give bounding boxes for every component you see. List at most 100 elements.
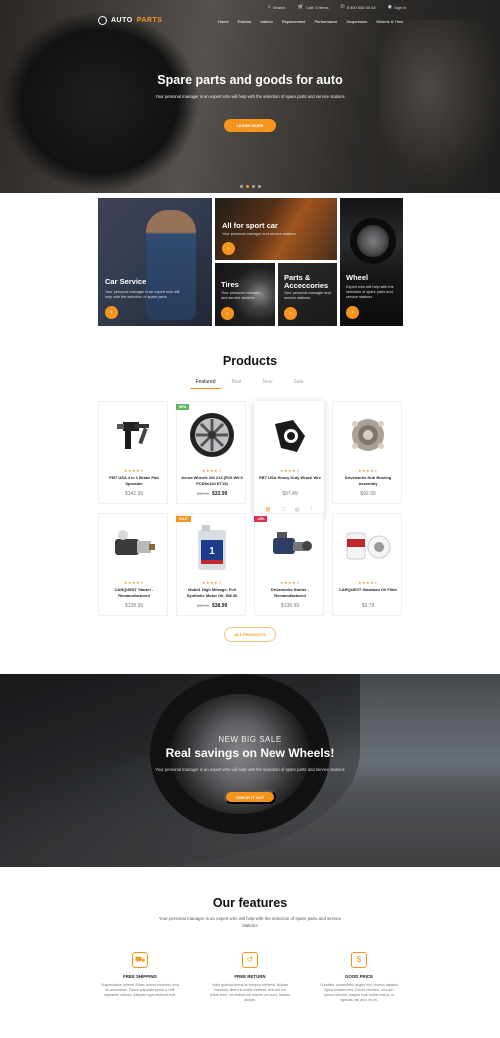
banner-kicker: NEW BIG SALE [218,735,282,744]
category-tires[interactable]: Tires Your personal manager and service … [215,263,275,326]
rating-stars: ★★★★★ [280,468,300,473]
category-car-service[interactable]: Car Service Your personal manager is an … [98,198,212,326]
category-title: Tires [221,280,239,289]
category-desc: Your personal manager is an expert who w… [105,290,180,299]
socket-tool-image[interactable] [265,410,315,460]
category-parts-accessories[interactable]: Parts & Acceccories Your personal manage… [278,263,337,326]
product-price: $3.79 [361,603,375,609]
product-card[interactable]: NEW ★★★★★ Acura Wheels 2W 213 (R15 W6.5 … [176,401,246,504]
banner-title: Real savings on New Wheels! [165,746,335,760]
rating-stars: ★★★★★ [202,580,222,585]
tab-featured[interactable]: Featured [190,379,221,389]
slider-dots [240,185,261,188]
user-icon: ◉ [387,4,393,10]
category-title: Car Service [105,277,147,286]
top-bar: ⌕ Search 🛒︎ Cart: 0 items ✆ 8 800 555 55 43… [268,4,406,10]
nav-interior[interactable]: Interior [260,19,272,24]
logo-icon [98,16,107,25]
category-desc: Expert who will help with the selection … [346,285,394,299]
slider-dot[interactable] [258,185,261,188]
alloy-wheel-image[interactable] [187,410,237,460]
starter-motor-image[interactable] [265,522,315,572]
arrow-right-icon[interactable]: › [284,307,297,320]
rating-stars: ★★★★★ [202,468,222,473]
nav-home[interactable]: Home [218,19,229,24]
product-card[interactable]: ★★★★★ CARQUEST Starter - Remanufactured … [98,513,168,616]
hero-title: Spare parts and goods for auto [157,73,343,87]
product-tabs: Featured Best New Sale [190,379,314,389]
product-price: $142.99 [124,491,144,497]
rating-stars: ★★★★★ [124,580,144,585]
arrow-right-icon[interactable]: › [222,242,235,255]
category-title: Wheel [346,273,369,282]
rating-stars: ★★★★★ [280,580,300,585]
slider-dot[interactable] [240,185,243,188]
brake-spreader-image[interactable] [109,410,159,460]
product-card[interactable]: ★★★★★ PBT USA 4 in 1 Brake Pad Spreader … [98,401,168,504]
product-card[interactable]: SALE 1 ★★★★★ Mobil1 High Mileage, Full S… [176,513,246,616]
slider-dot[interactable] [252,185,255,188]
tab-sale[interactable]: Sale [283,379,314,389]
tab-best[interactable]: Best [221,379,252,389]
rating-stars: ★★★★★ [124,468,144,473]
product-name[interactable]: CARQUEST Standard Oil Filter [337,587,399,593]
arrow-right-icon[interactable]: › [221,307,234,320]
product-name[interactable]: Acura Wheels 2W 213 (R15 W6.5 PCD5x120 E… [181,475,243,487]
arrow-right-icon[interactable]: › [346,306,359,319]
hub-bearing-image[interactable] [343,410,393,460]
phone-link[interactable]: ✆ 8 800 555 55 43 [341,4,376,10]
arrow-right-icon[interactable]: › [105,306,118,319]
svg-text:1: 1 [209,546,215,557]
nav-suspension[interactable]: Suspension [346,19,367,24]
all-products-button[interactable]: ALL PRODUCTS [224,627,276,642]
nav-wheels-tires[interactable]: Wheels & Tires [376,19,403,24]
truck-icon: ⛟ [132,952,148,968]
banner-subtitle: Your personal manager is an expert who w… [155,767,345,772]
products-title: Products [222,354,278,368]
nav-exterior[interactable]: Exterior [238,19,252,24]
product-price: $128.99 [124,603,144,609]
product-name[interactable]: Driveworks Starter - Remanufactured [259,587,321,599]
search-icon: ⌕ [268,4,271,10]
product-card-hovered[interactable]: ★★★★★ PBT USA Heavy Duty Wrack Wre $97.4… [254,401,324,517]
phone-icon: ✆ [340,4,345,10]
nav-performance[interactable]: Performance [314,19,337,24]
tab-new[interactable]: New [252,379,283,389]
product-card[interactable]: ★★★★★ CARQUEST Standard Oil Filter $3.79 [332,513,402,616]
feature-free-return: ↺ FREE RETURN Nulla gravida lectus eu te… [210,952,290,1003]
features-subtitle: Your personal manager is an expert who w… [158,916,342,928]
price-tag-icon: $ [351,952,367,968]
product-price: $35.99 $33.99 [196,491,228,497]
oil-filter-image[interactable] [343,522,393,572]
search-link[interactable]: ⌕ Search [268,4,286,10]
product-name[interactable]: Mobil1 High Mileage, Full Synthetic Moto… [181,587,243,599]
category-sport-car[interactable]: All for sport car Your personal manager … [215,198,337,260]
check-it-out-button[interactable]: CHECK IT OUT [224,790,276,804]
product-name[interactable]: PBT USA 4 in 1 Brake Pad Spreader [103,475,165,487]
hero-subtitle: Your personal manager is an expert who w… [155,94,345,99]
product-name[interactable]: CARQUEST Starter - Remanufactured [103,587,165,599]
category-wheel[interactable]: Wheel Expert who will help with the sele… [340,198,403,326]
product-price: $97.49 [282,491,298,497]
rating-stars: ★★★★★ [358,580,378,585]
product-price: $139.99 [280,603,300,609]
starter-image[interactable] [109,522,159,572]
category-desc: Your personal manager and service statio… [222,232,296,236]
product-price: $92.99 [360,491,376,497]
motor-oil-image[interactable]: 1 [187,522,237,572]
rating-stars: ★★★★★ [358,468,378,473]
product-card[interactable]: -15% ★★★★★ Driveworks Starter - Remanufa… [254,513,324,616]
brand-logo[interactable]: AUTO PARTS [98,16,162,25]
product-name[interactable]: Driveworks Hub Bearing Assembly [337,475,399,487]
slider-dot-active[interactable] [246,185,249,188]
category-title: Parts & Acceccories [284,273,329,290]
product-name[interactable]: PBT USA Heavy Duty Wrack Wre [259,475,321,481]
nav-replacement[interactable]: Replacement [282,19,306,24]
return-icon: ↺ [242,952,258,968]
feature-free-shipping: ⛟ FREE SHIPPING Suspendisse potenti. Eti… [100,952,180,998]
learn-more-button[interactable]: LEARN MORE [224,119,276,132]
cart-link[interactable]: 🛒︎ Cart: 0 items [298,4,329,10]
signin-link[interactable]: ◉ Sign in [388,4,407,10]
product-card[interactable]: ★★★★★ Driveworks Hub Bearing Assembly $9… [332,401,402,504]
features-title: Our features [212,896,288,910]
